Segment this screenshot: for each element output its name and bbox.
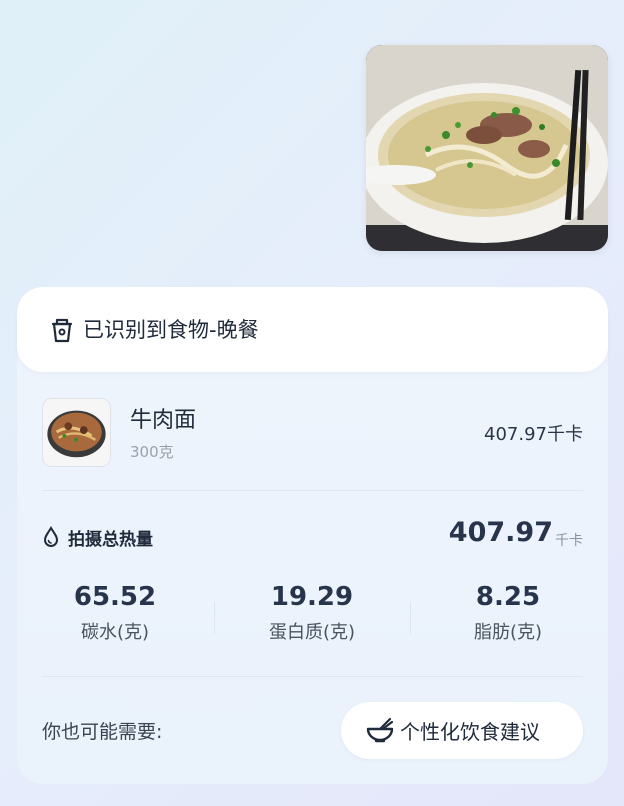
personalized-diet-button-label: 个性化饮食建议 xyxy=(400,720,540,744)
total-calories-value: 407.97 xyxy=(448,517,553,548)
total-calories-unit: 千卡 xyxy=(555,533,583,549)
divider xyxy=(42,676,583,677)
macro-fat: 8.25 脂肪(克) xyxy=(410,582,606,644)
food-item-row[interactable]: 牛肉面 300克 407.97千卡 xyxy=(42,398,583,468)
beef-noodle-photo xyxy=(366,45,608,251)
personalized-diet-button[interactable]: 个性化饮食建议 xyxy=(341,702,583,759)
food-thumbnail xyxy=(42,398,111,467)
food-name: 牛肉面 xyxy=(130,408,197,433)
divider xyxy=(42,490,583,491)
bowl-icon xyxy=(366,717,394,743)
macro-fat-label: 脂肪(克) xyxy=(473,622,543,643)
food-weight: 300克 xyxy=(130,443,174,461)
macro-fat-value: 8.25 xyxy=(475,582,541,612)
recognition-title: 已识别到食物-晚餐 xyxy=(83,318,259,342)
noodle-thumbnail-image xyxy=(43,399,110,466)
macro-carbs: 65.52 碳水(克) xyxy=(17,582,213,644)
suggestion-row: 你也可能需要: 个性化饮食建议 xyxy=(42,699,583,761)
food-photo[interactable] xyxy=(366,45,608,251)
macro-carbs-value: 65.52 xyxy=(73,582,157,612)
recognition-card: 已识别到食物-晚餐 牛肉面 300克 407.97千卡 拍摄总热量 407.97… xyxy=(17,287,608,784)
macro-carbs-label: 碳水(克) xyxy=(80,622,150,643)
cup-icon xyxy=(51,318,73,343)
food-calories: 407.97千卡 xyxy=(484,424,583,445)
total-calories-label: 拍摄总热量 xyxy=(68,530,153,550)
drop-icon xyxy=(43,526,59,547)
recognition-header: 已识别到食物-晚餐 xyxy=(17,287,608,372)
macro-protein-label: 蛋白质(克) xyxy=(268,622,356,643)
macros-panel: 65.52 碳水(克) 19.29 蛋白质(克) 8.25 脂肪(克) xyxy=(17,582,608,652)
macro-protein-value: 19.29 xyxy=(270,582,354,612)
total-calories-row: 拍摄总热量 407.97 千卡 xyxy=(42,516,583,552)
suggestion-label: 你也可能需要: xyxy=(42,721,163,743)
macro-protein: 19.29 蛋白质(克) xyxy=(214,582,410,644)
